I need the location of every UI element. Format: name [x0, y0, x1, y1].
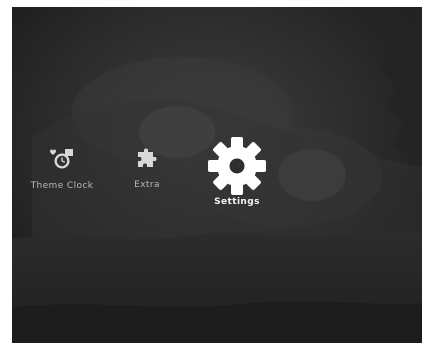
menu-item-extra[interactable]: Extra — [124, 147, 170, 190]
menu-item-theme-clock-label: Theme Clock — [30, 181, 94, 191]
photo-frame-screen: Theme Clock Extra Settings — [12, 7, 422, 343]
menu-item-extra-label: Extra — [134, 180, 160, 190]
clock-photo-icon — [50, 149, 73, 169]
puzzle-icon — [138, 148, 157, 167]
menu-item-settings[interactable]: Settings — [202, 135, 272, 207]
menu-item-settings-label: Settings — [214, 197, 260, 207]
menu-item-theme-clock[interactable]: Theme Clock — [26, 147, 98, 191]
gear-icon — [208, 137, 266, 195]
